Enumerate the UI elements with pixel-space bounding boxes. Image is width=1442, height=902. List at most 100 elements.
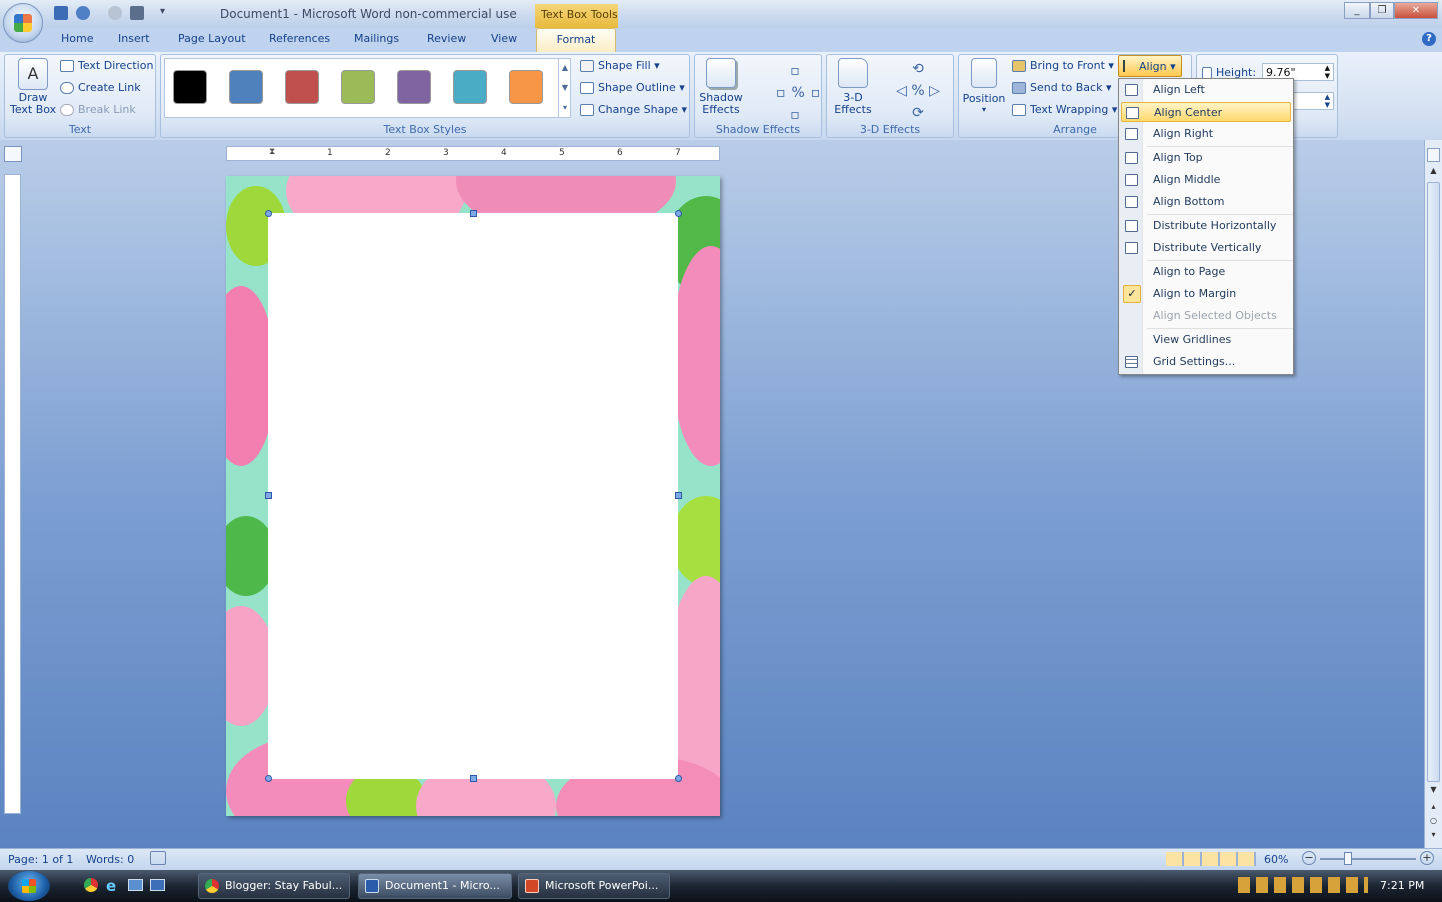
text-box-shape[interactable] bbox=[268, 213, 678, 779]
tab-references[interactable]: References bbox=[269, 32, 330, 45]
style-swatch-green[interactable] bbox=[341, 70, 375, 104]
menu-item-align-middle[interactable]: Align Middle bbox=[1121, 170, 1291, 190]
3d-effects-button[interactable]: 3-D Effects bbox=[830, 58, 876, 120]
view-ruler-icon[interactable] bbox=[1427, 148, 1440, 162]
next-page-icon[interactable]: ▾ bbox=[1427, 830, 1440, 843]
zoom-slider-thumb[interactable] bbox=[1344, 852, 1352, 865]
taskbar-item-chrome[interactable]: Blogger: Stay Fabul... bbox=[198, 873, 350, 899]
style-swatch-aqua[interactable] bbox=[453, 70, 487, 104]
tab-mailings[interactable]: Mailings bbox=[354, 32, 399, 45]
align-button[interactable]: Align ▾ bbox=[1118, 55, 1182, 77]
tab-format[interactable]: Format bbox=[536, 28, 616, 52]
menu-item-view-gridlines[interactable]: View Gridlines bbox=[1121, 330, 1291, 350]
scroll-up-icon[interactable]: ▲ bbox=[1427, 166, 1440, 179]
horizontal-ruler[interactable]: 1 2 3 4 5 6 7 ⧗ bbox=[226, 146, 720, 161]
resize-handle[interactable] bbox=[470, 210, 477, 217]
shadow-effects-button[interactable]: Shadow Effects bbox=[698, 58, 744, 120]
tab-home[interactable]: Home bbox=[61, 32, 93, 45]
desktop-quicklaunch-icon[interactable] bbox=[128, 879, 143, 891]
proofing-icon[interactable] bbox=[150, 851, 166, 865]
print-icon[interactable] bbox=[130, 6, 144, 20]
word-count[interactable]: Words: 0 bbox=[86, 853, 134, 866]
menu-item-label: Align to Page bbox=[1153, 265, 1226, 278]
vertical-scrollbar[interactable]: ▲ ▼ ▴ ○ ▾ bbox=[1424, 140, 1442, 848]
document-page[interactable] bbox=[226, 176, 720, 816]
scroll-thumb[interactable] bbox=[1427, 182, 1440, 782]
taskbar-item-word[interactable]: Document1 - Micro... bbox=[358, 873, 512, 899]
tab-selector-icon[interactable] bbox=[4, 146, 22, 162]
page-count[interactable]: Page: 1 of 1 bbox=[8, 853, 73, 866]
3d-tilt-icons[interactable]: ⟲ ◁ % ▷ ⟳ bbox=[886, 58, 950, 124]
change-shape-button[interactable]: Change Shape ▾ bbox=[580, 103, 687, 116]
ie-quicklaunch-icon[interactable]: e bbox=[106, 877, 116, 895]
position-button[interactable]: Position ▾ bbox=[962, 58, 1006, 120]
undo-icon[interactable] bbox=[76, 6, 90, 20]
office-button[interactable] bbox=[3, 3, 43, 43]
menu-item-align-right[interactable]: Align Right bbox=[1121, 124, 1291, 144]
gallery-scroll[interactable]: ▲ ▼ ▾ bbox=[558, 58, 571, 118]
switch-windows-icon[interactable] bbox=[150, 879, 165, 891]
previous-page-icon[interactable]: ▴ bbox=[1427, 802, 1440, 815]
zoom-slider[interactable] bbox=[1320, 858, 1416, 860]
minimize-button[interactable]: _ bbox=[1344, 2, 1370, 19]
resize-handle[interactable] bbox=[265, 775, 272, 782]
style-swatch-black[interactable] bbox=[173, 70, 207, 104]
close-button[interactable]: ✕ bbox=[1394, 2, 1438, 19]
browse-object-icon[interactable]: ○ bbox=[1427, 816, 1440, 829]
text-direction-button[interactable]: Text Direction bbox=[60, 59, 153, 72]
draw-text-box-button[interactable]: A Draw Text Box bbox=[10, 58, 56, 120]
resize-handle[interactable] bbox=[675, 492, 682, 499]
bring-to-front-label: Bring to Front bbox=[1030, 59, 1105, 72]
chrome-quicklaunch-icon[interactable] bbox=[84, 878, 98, 892]
start-button[interactable] bbox=[8, 871, 50, 901]
style-swatch-orange[interactable] bbox=[509, 70, 543, 104]
zoom-in-icon[interactable]: + bbox=[1420, 851, 1434, 865]
qat-customize-icon[interactable]: ▾ bbox=[160, 6, 165, 17]
scroll-down-icon[interactable]: ▼ bbox=[1427, 785, 1440, 798]
save-icon[interactable] bbox=[54, 6, 68, 20]
tab-page-layout[interactable]: Page Layout bbox=[178, 32, 246, 45]
zoom-level[interactable]: 60% bbox=[1264, 853, 1288, 866]
menu-item-label: Align Selected Objects bbox=[1153, 309, 1277, 322]
restore-button[interactable]: ❐ bbox=[1370, 2, 1394, 19]
vertical-ruler[interactable] bbox=[4, 174, 21, 814]
bring-to-front-button[interactable]: Bring to Front ▾ bbox=[1012, 59, 1114, 72]
height-spinner-icon[interactable]: ▲ ▼ bbox=[1325, 64, 1330, 80]
resize-handle[interactable] bbox=[265, 492, 272, 499]
tab-view[interactable]: View bbox=[491, 32, 517, 45]
style-swatch-red[interactable] bbox=[285, 70, 319, 104]
menu-item-align-to-margin[interactable]: ✓ Align to Margin bbox=[1121, 284, 1291, 304]
indent-marker-icon[interactable]: ⧗ bbox=[269, 147, 275, 157]
send-to-back-button[interactable]: Send to Back ▾ bbox=[1012, 81, 1111, 94]
menu-item-align-center[interactable]: Align Center bbox=[1121, 102, 1291, 122]
taskbar-item-powerpoint[interactable]: Microsoft PowerPoi... bbox=[518, 873, 670, 899]
break-link-button[interactable]: Break Link bbox=[60, 103, 136, 116]
shadow-nudge-icons[interactable]: ▫ ▫%▫ ▫ bbox=[776, 60, 820, 126]
clock[interactable]: 7:21 PM bbox=[1380, 879, 1424, 892]
system-tray-icons[interactable] bbox=[1238, 877, 1368, 893]
redo-icon[interactable] bbox=[108, 6, 122, 20]
create-link-button[interactable]: Create Link bbox=[60, 81, 141, 94]
style-swatch-blue[interactable] bbox=[229, 70, 263, 104]
menu-item-distribute-vertically[interactable]: Distribute Vertically bbox=[1121, 238, 1291, 258]
resize-handle[interactable] bbox=[675, 775, 682, 782]
menu-item-align-top[interactable]: Align Top bbox=[1121, 148, 1291, 168]
resize-handle[interactable] bbox=[265, 210, 272, 217]
menu-item-align-bottom[interactable]: Align Bottom bbox=[1121, 192, 1291, 212]
text-wrapping-button[interactable]: Text Wrapping ▾ bbox=[1012, 103, 1117, 116]
tab-review[interactable]: Review bbox=[427, 32, 466, 45]
menu-item-grid-settings[interactable]: Grid Settings... bbox=[1121, 352, 1291, 372]
style-swatch-purple[interactable] bbox=[397, 70, 431, 104]
menu-item-align-to-page[interactable]: Align to Page bbox=[1121, 262, 1291, 282]
zoom-out-icon[interactable]: − bbox=[1302, 851, 1316, 865]
view-buttons[interactable] bbox=[1166, 852, 1256, 866]
width-spinner-icon[interactable]: ▲ ▼ bbox=[1325, 93, 1330, 109]
menu-item-align-left[interactable]: Align Left bbox=[1121, 80, 1291, 100]
resize-handle[interactable] bbox=[675, 210, 682, 217]
resize-handle[interactable] bbox=[470, 775, 477, 782]
shape-fill-button[interactable]: Shape Fill ▾ bbox=[580, 59, 660, 72]
shape-outline-button[interactable]: Shape Outline ▾ bbox=[580, 81, 685, 94]
tab-insert[interactable]: Insert bbox=[118, 32, 150, 45]
menu-item-distribute-horizontally[interactable]: Distribute Horizontally bbox=[1121, 216, 1291, 236]
help-icon[interactable]: ? bbox=[1422, 32, 1436, 46]
